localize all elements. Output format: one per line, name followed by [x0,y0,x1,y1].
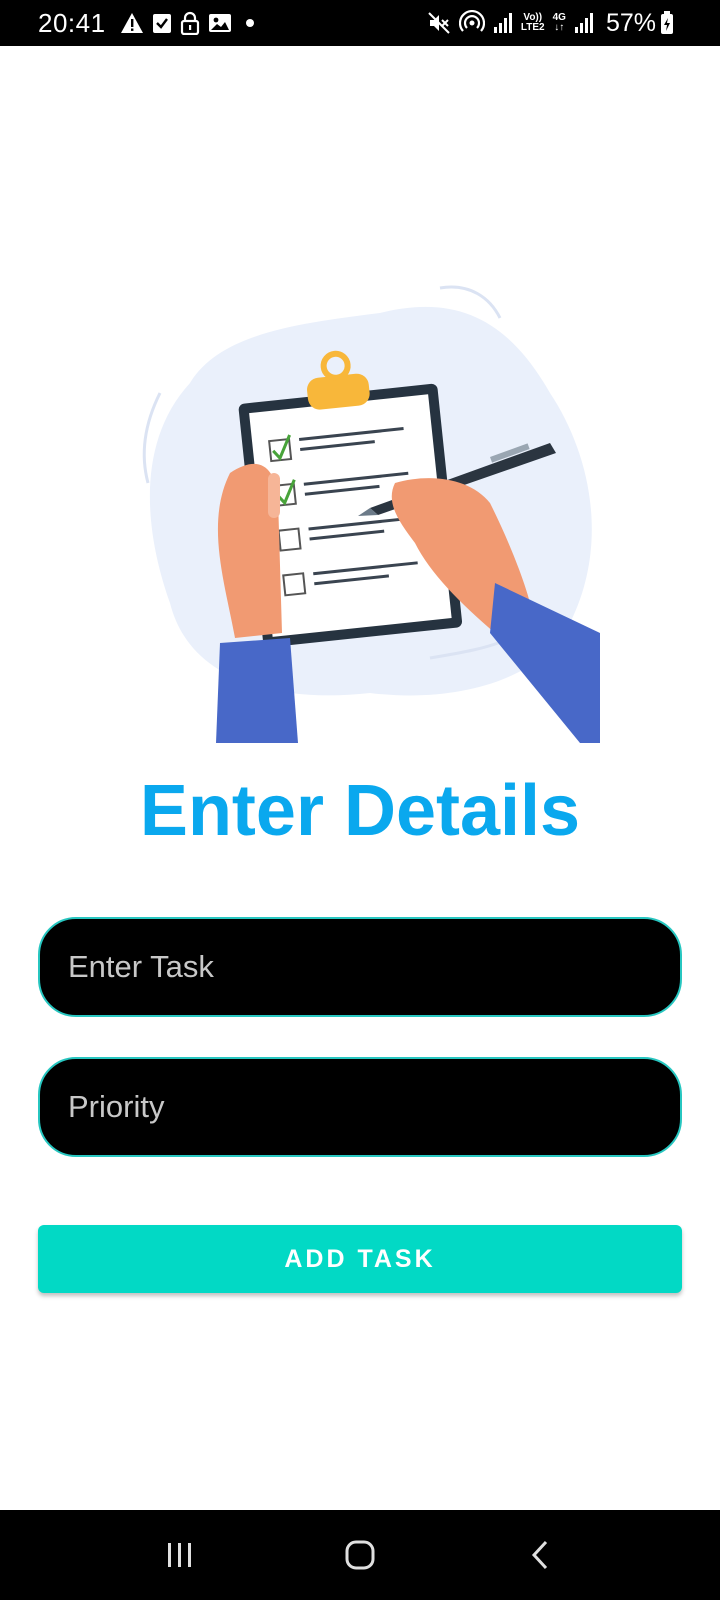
home-icon [345,1540,375,1570]
clipboard-checklist-illustration [130,283,620,760]
hotspot-icon [458,10,485,36]
recent-apps-icon [168,1543,191,1567]
battery-icon [660,11,674,35]
volte-icon: Vo)) LTE2 [521,13,545,33]
navigation-bar [0,1510,720,1600]
notification-dot [245,19,254,27]
status-bar-left: 20:41 [38,8,254,39]
add-task-button[interactable]: ADD TASK [38,1225,682,1293]
task-field[interactable] [38,917,682,1017]
status-time: 20:41 [38,7,106,38]
signal-icon-2 [574,12,594,34]
image-icon [208,12,232,34]
status-bar: 20:41 Vo)) LTE2 4G ↓↑ 57% [0,0,720,46]
back-button[interactable] [500,1515,580,1595]
status-bar-right: Vo)) LTE2 4G ↓↑ 57% [427,9,682,38]
signal-icon [493,12,513,34]
priority-input[interactable] [68,1089,680,1125]
battery-percent: 57% [605,8,656,37]
lock-icon [180,11,200,35]
data-arrows-icon: ↓↑ [554,22,565,33]
volte-label-bottom: LTE2 [520,22,545,33]
network-4g-icon: 4G ↓↑ [553,13,566,33]
home-button[interactable] [320,1515,400,1595]
warning-icon [120,12,144,34]
check-box-icon [152,12,172,34]
back-icon [531,1540,548,1570]
recent-apps-button[interactable] [140,1515,220,1595]
task-input[interactable] [68,949,680,985]
mute-icon [427,11,451,35]
page-title: Enter Details [139,771,581,851]
priority-field[interactable] [38,1057,682,1157]
